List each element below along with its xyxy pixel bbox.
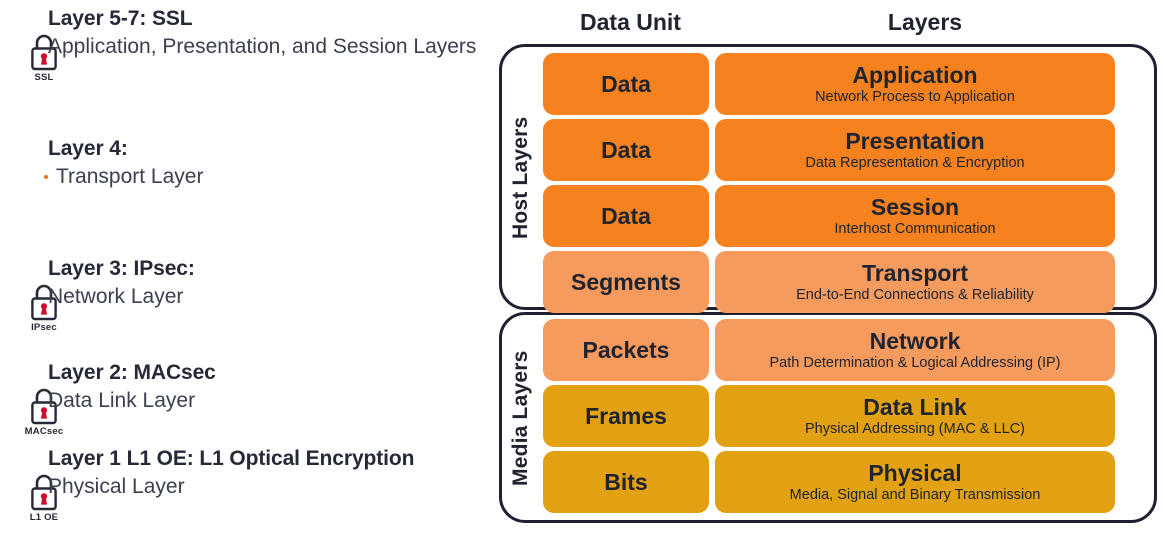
layer-name-session: Session (870, 194, 960, 220)
layer-cell-presentation[interactable]: Presentation Data Representation & Encry… (715, 119, 1115, 181)
layer-desc-application: Network Process to Application (815, 89, 1015, 105)
layer-row-network[interactable]: Packets Network Path Determination & Log… (543, 319, 1115, 381)
legend-title-transport: Layer 4: (48, 137, 128, 160)
bullet-dot-icon (44, 175, 48, 179)
layer-cell-network[interactable]: Network Path Determination & Logical Add… (715, 319, 1115, 381)
data-unit-cell-data-link[interactable]: Frames (543, 385, 709, 447)
data-unit-label-transport: Segments (571, 269, 681, 295)
layer-desc-session: Interhost Communication (834, 221, 996, 237)
data-unit-cell-session[interactable]: Data (543, 185, 709, 247)
legend-body-transport-text: Transport Layer (56, 165, 204, 188)
column-header-data-unit: Data Unit (580, 9, 681, 35)
legend-section-ssl: Layer 5-7: SSL SSL Application, Presenta… (0, 6, 495, 83)
layer-desc-network: Path Determination & Logical Addressing … (769, 355, 1061, 371)
layer-row-application[interactable]: Data Application Network Process to Appl… (543, 53, 1115, 115)
legend-section-transport: Layer 4: Transport Layer (0, 136, 495, 191)
legend-title-macsec: Layer 2: MACsec (48, 361, 216, 384)
layer-name-network: Network (869, 328, 961, 354)
layer-name-application: Application (852, 62, 978, 88)
legend-title-ssl: Layer 5-7: SSL (48, 7, 193, 30)
data-unit-cell-physical[interactable]: Bits (543, 451, 709, 513)
layer-name-data-link: Data Link (863, 394, 967, 420)
data-unit-cell-presentation[interactable]: Data (543, 119, 709, 181)
legend-body-l1oe: Physical Layer (48, 475, 185, 498)
padlock-label-macsec: MACsec (24, 426, 64, 437)
media-layers-label: Media Layers (509, 350, 532, 486)
security-layers-legend: Layer 5-7: SSL SSL Application, Presenta… (0, 0, 495, 546)
data-unit-label-network: Packets (582, 337, 670, 363)
padlock-label-ssl: SSL (34, 72, 54, 83)
layer-name-presentation: Presentation (845, 128, 985, 154)
layer-cell-transport[interactable]: Transport End-to-End Connections & Relia… (715, 251, 1115, 313)
data-unit-label-application: Data (601, 71, 651, 97)
padlock-label-l1oe: L1 OE (29, 512, 59, 523)
layer-desc-presentation: Data Representation & Encryption (805, 155, 1025, 171)
data-unit-label-physical: Bits (604, 469, 648, 495)
host-layers-label: Host Layers (509, 116, 532, 240)
legend-section-l1oe: Layer 1 L1 OE: L1 Optical Encryption L1 … (0, 446, 495, 523)
legend-body-ipsec: Network Layer (48, 285, 184, 308)
layer-cell-session[interactable]: Session Interhost Communication (715, 185, 1115, 247)
layer-row-presentation[interactable]: Data Presentation Data Representation & … (543, 119, 1115, 181)
data-unit-cell-network[interactable]: Packets (543, 319, 709, 381)
layer-row-transport[interactable]: Segments Transport End-to-End Connection… (543, 251, 1115, 313)
layer-cell-application[interactable]: Application Network Process to Applicati… (715, 53, 1115, 115)
legend-title-l1oe: Layer 1 L1 OE: L1 Optical Encryption (48, 447, 415, 470)
padlock-label-ipsec: IPsec (31, 322, 57, 333)
data-unit-cell-transport[interactable]: Segments (543, 251, 709, 313)
legend-title-ipsec: Layer 3: IPsec: (48, 257, 195, 280)
layer-desc-physical: Media, Signal and Binary Transmission (789, 487, 1041, 503)
layer-cell-physical[interactable]: Physical Media, Signal and Binary Transm… (715, 451, 1115, 513)
data-unit-label-data-link: Frames (585, 403, 667, 429)
osi-layer-rows: Data Application Network Process to Appl… (495, 0, 1165, 546)
layer-desc-transport: End-to-End Connections & Reliability (796, 287, 1034, 303)
layer-name-transport: Transport (861, 260, 969, 286)
layer-desc-data-link: Physical Addressing (MAC & LLC) (805, 421, 1025, 437)
data-unit-label-presentation: Data (601, 137, 651, 163)
data-unit-label-session: Data (601, 203, 651, 229)
legend-body-ssl: Application, Presentation, and Session L… (48, 35, 477, 58)
legend-body-macsec: Data Link Layer (48, 389, 196, 412)
layer-cell-data-link[interactable]: Data Link Physical Addressing (MAC & LLC… (715, 385, 1115, 447)
layer-row-physical[interactable]: Bits Physical Media, Signal and Binary T… (543, 451, 1115, 513)
column-header-layers: Layers (887, 9, 963, 35)
legend-body-transport: Transport Layer (44, 163, 495, 191)
layer-row-data-link[interactable]: Frames Data Link Physical Addressing (MA… (543, 385, 1115, 447)
layer-row-session[interactable]: Data Session Interhost Communication (543, 185, 1115, 247)
data-unit-cell-application[interactable]: Data (543, 53, 709, 115)
osi-model-diagram: Data Unit Layers Host Layers Media Layer… (495, 0, 1165, 546)
legend-section-ipsec: Layer 3: IPsec: IPsec Network Layer (0, 256, 495, 333)
legend-section-macsec: Layer 2: MACsec MACsec Data Link Layer (0, 360, 495, 437)
layer-name-physical: Physical (868, 460, 962, 486)
diagram-column-headers: Data Unit Layers (495, 8, 1165, 36)
